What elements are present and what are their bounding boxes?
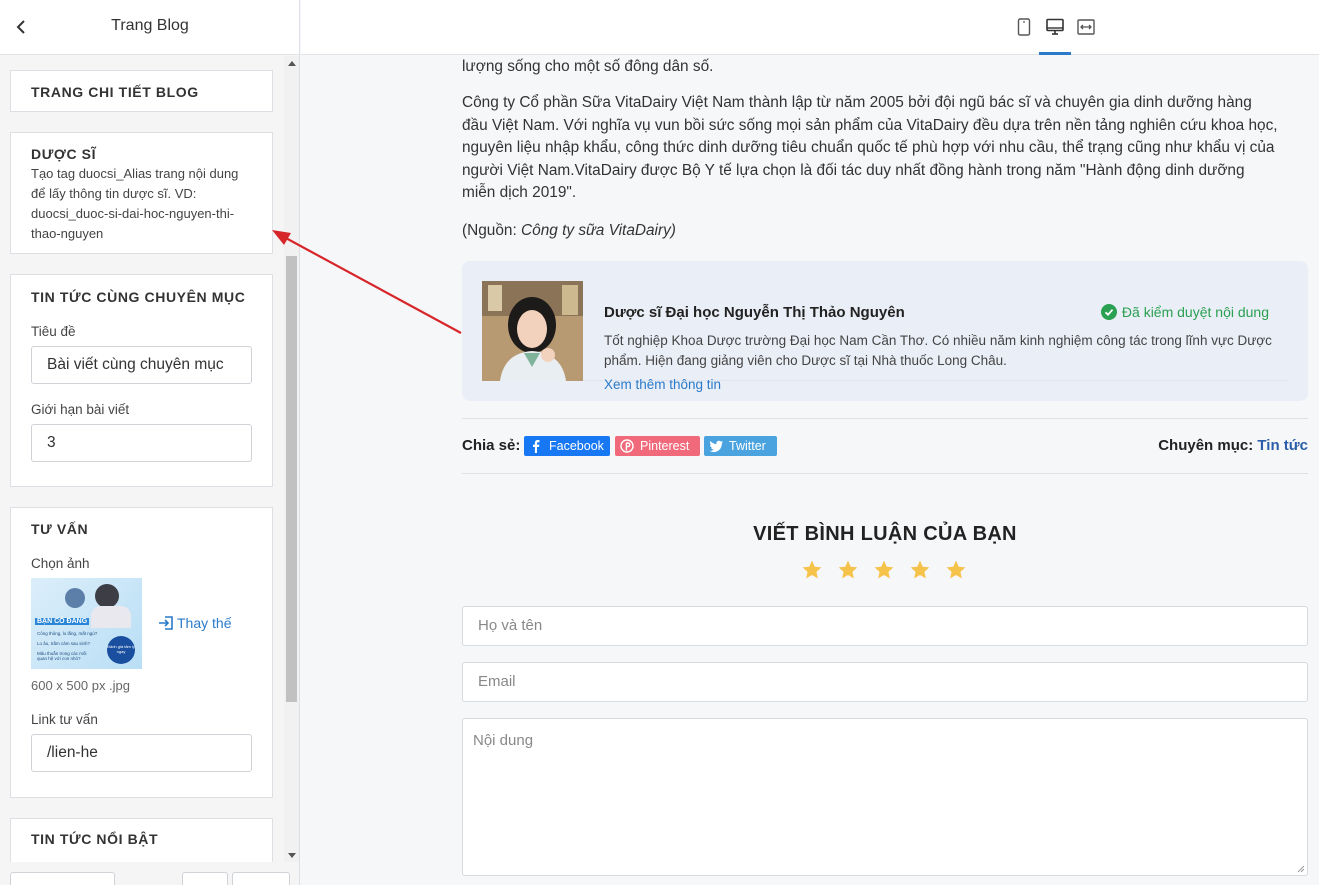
article-text: lượng sống cho một số đông dân số. xyxy=(462,58,714,75)
email-input[interactable]: Email xyxy=(462,662,1308,702)
image-field-label: Chọn ảnh xyxy=(31,556,90,571)
sidebar-scroll-area: TRANG CHI TIẾT BLOG DƯỢC SĨ Tạo tag duoc… xyxy=(0,56,284,862)
scroll-up-icon[interactable] xyxy=(288,61,296,66)
footer-button[interactable] xyxy=(182,872,228,885)
post-limit-input[interactable]: 3 xyxy=(31,424,252,462)
page-preview: lượng sống cho một số đông dân số. Công … xyxy=(301,56,1319,885)
thumb-person-2 xyxy=(95,584,119,608)
author-inner: Dược sĩ Đại học Nguyễn Thị Thảo Nguyên Đ… xyxy=(482,281,1288,392)
star-icon[interactable] xyxy=(909,559,931,581)
category-info: Chuyên mục: Tin tức xyxy=(1158,437,1308,454)
title-field-label: Tiêu đề xyxy=(31,324,76,339)
resize-grip-icon[interactable] xyxy=(1295,863,1305,873)
divider xyxy=(462,473,1308,474)
author-description: Tốt nghiệp Khoa Dược trường Đại học Nam … xyxy=(604,331,1294,371)
content-textarea[interactable]: Nội dung xyxy=(462,718,1308,876)
card-featured-news[interactable]: TIN TỨC NỔI BẬT xyxy=(10,818,273,862)
related-title-input[interactable]: Bài viết cùng chuyên mục xyxy=(31,346,252,384)
thumb-badge: Đánh giá tâm lý ngay xyxy=(107,636,135,664)
card-consult: TƯ VẤN Chọn ảnh BẠN CÓ ĐANG Công thông, … xyxy=(10,507,273,798)
sidebar-scrollbar[interactable] xyxy=(284,56,299,862)
category-link[interactable]: Tin tức xyxy=(1257,437,1308,454)
sidebar-title: Trang Blog xyxy=(111,17,189,34)
replace-image-button[interactable]: Thay thế xyxy=(158,615,231,631)
comment-title: VIẾT BÌNH LUẬN CỦA BẠN xyxy=(753,523,1017,545)
mobile-icon[interactable] xyxy=(1014,17,1034,37)
footer-button[interactable] xyxy=(232,872,290,885)
card-related-news: TIN TỨC CÙNG CHUYÊN MỤC Tiêu đề Bài viết… xyxy=(10,274,273,487)
twitter-icon xyxy=(709,440,723,453)
share-pinterest-button[interactable]: Pinterest xyxy=(615,436,700,456)
scrollbar-thumb[interactable] xyxy=(286,256,297,702)
thumb-item: Mâu thuẫn trong các mối quan hệ với con … xyxy=(37,651,87,661)
share-twitter-button[interactable]: Twitter xyxy=(704,436,777,456)
replace-label: Thay thế xyxy=(177,615,232,631)
footer-button[interactable] xyxy=(10,872,115,885)
sidebar-footer xyxy=(0,862,299,885)
replace-icon xyxy=(159,616,173,630)
author-box: Dược sĩ Đại học Nguyễn Thị Thảo Nguyên Đ… xyxy=(462,261,1308,401)
image-size-hint: 600 x 500 px .jpg xyxy=(31,678,131,693)
consult-link-input[interactable]: /lien-he xyxy=(31,734,252,772)
desktop-icon[interactable] xyxy=(1045,17,1065,37)
card-title: DƯỢC SĨ xyxy=(31,146,97,162)
thumb-person-body xyxy=(91,606,131,628)
content-placeholder: Nội dung xyxy=(473,732,534,749)
check-circle-icon xyxy=(1100,304,1117,320)
link-field-label: Link tư vấn xyxy=(31,712,98,727)
thumb-item: Công thông, lo lắng, mất ngủ? xyxy=(37,631,98,636)
active-device-indicator xyxy=(1039,52,1071,55)
sidebar-header: Trang Blog xyxy=(0,0,299,55)
preview-toolbar xyxy=(301,0,1319,55)
category-label: Chuyên mục: xyxy=(1158,437,1254,454)
thumb-person-1 xyxy=(65,588,85,608)
verified-label: Đã kiểm duyệt nội dung xyxy=(1121,304,1269,320)
share-facebook-label: Facebook xyxy=(549,439,604,453)
author-avatar xyxy=(482,281,583,381)
article-text: đầu Việt Nam. Với nghĩa vụ vun bồi sức s… xyxy=(462,116,1278,134)
card-title: TIN TỨC NỔI BẬT xyxy=(31,831,159,847)
card-title: TIN TỨC CÙNG CHUYÊN MỤC xyxy=(31,289,246,305)
card-blog-detail[interactable]: TRANG CHI TIẾT BLOG xyxy=(10,70,273,112)
author-name: Dược sĩ Đại học Nguyễn Thị Thảo Nguyên xyxy=(604,304,905,321)
article-text: miễn dịch 2019". xyxy=(462,184,577,202)
card-title: TƯ VẤN xyxy=(31,521,89,537)
share-label: Chia sẻ: xyxy=(462,437,521,454)
author-more-link[interactable]: Xem thêm thông tin xyxy=(604,377,721,392)
facebook-icon xyxy=(533,440,540,453)
fullwidth-icon[interactable] xyxy=(1076,17,1096,37)
divider xyxy=(462,418,1308,419)
thumb-headline: BẠN CÓ ĐANG xyxy=(35,618,90,625)
star-icon[interactable] xyxy=(837,559,859,581)
pinterest-icon xyxy=(620,439,634,453)
verified-badge: Đã kiểm duyệt nội dung xyxy=(1100,304,1269,320)
author-description-line: phẩm. Hiện đang giảng viên cho Dược sĩ t… xyxy=(604,353,1007,368)
article-text: nguyên liệu nhập khẩu, công thức dinh dư… xyxy=(462,139,1275,157)
share-pinterest-label: Pinterest xyxy=(640,439,690,453)
share-twitter-label: Twitter xyxy=(729,439,766,453)
share-facebook-button[interactable]: Facebook xyxy=(524,436,610,456)
card-title: TRANG CHI TIẾT BLOG xyxy=(31,84,199,100)
scroll-down-icon[interactable] xyxy=(288,853,296,858)
thumb-item: Lo âu, trầm cảm sau sinh? xyxy=(37,641,91,646)
article-source: (Nguồn: Công ty sữa VitaDairy) xyxy=(462,220,1302,243)
settings-sidebar: Trang Blog TRANG CHI TIẾT BLOG DƯỢC SĨ T… xyxy=(0,0,300,885)
article-text: người Việt Nam.VitaDairy được Bộ Y tế lự… xyxy=(462,161,1245,179)
star-icon[interactable] xyxy=(873,559,895,581)
star-icon[interactable] xyxy=(801,559,823,581)
consult-image-thumbnail[interactable]: BẠN CÓ ĐANG Công thông, lo lắng, mất ngủ… xyxy=(31,578,142,669)
card-description: Tạo tag duocsi_Alias trang nội dung để l… xyxy=(31,166,239,241)
source-prefix: (Nguồn: xyxy=(462,222,522,239)
author-description-line: Tốt nghiệp Khoa Dược trường Đại học Nam … xyxy=(604,333,1272,348)
limit-field-label: Giới hạn bài viết xyxy=(31,402,130,417)
source-name: Công ty sữa VitaDairy) xyxy=(521,222,676,239)
article-text: Công ty Cổ phần Sữa VitaDairy Việt Nam t… xyxy=(462,94,1252,111)
name-input[interactable]: Họ và tên xyxy=(462,606,1308,646)
star-icon[interactable] xyxy=(945,559,967,581)
author-photo xyxy=(482,281,583,381)
card-pharmacist[interactable]: DƯỢC SĨ Tạo tag duocsi_Alias trang nội d… xyxy=(10,132,273,254)
